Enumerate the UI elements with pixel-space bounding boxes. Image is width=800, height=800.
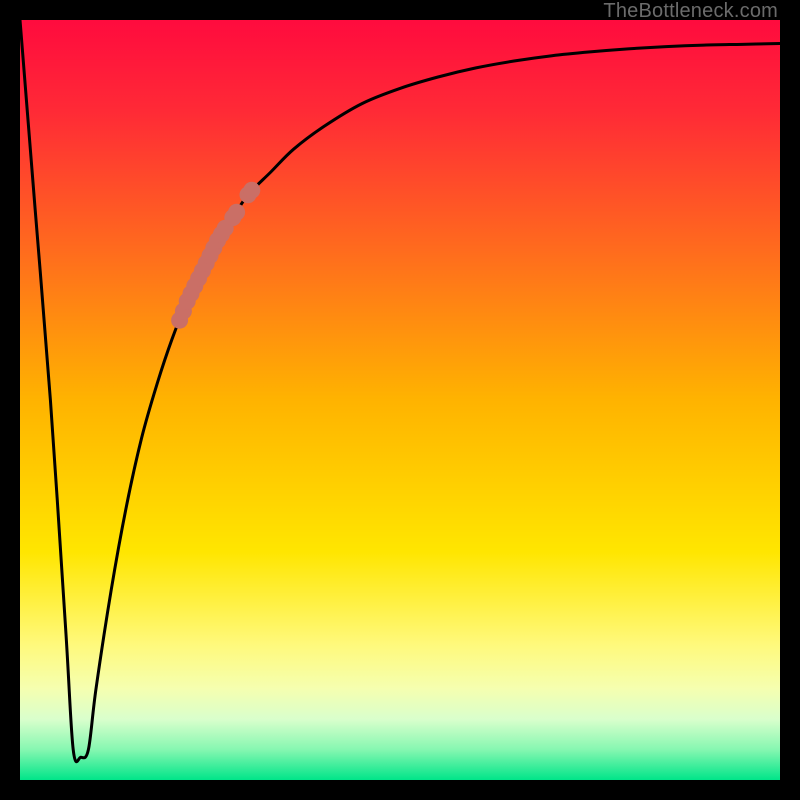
bottleneck-curve — [20, 20, 780, 762]
curve-layer — [20, 20, 780, 780]
plot-area — [20, 20, 780, 780]
chart-frame: TheBottleneck.com — [0, 0, 800, 800]
marker-point — [243, 182, 260, 199]
marker-point — [228, 204, 245, 221]
highlighted-points — [171, 182, 260, 329]
attribution-text: TheBottleneck.com — [603, 0, 778, 23]
